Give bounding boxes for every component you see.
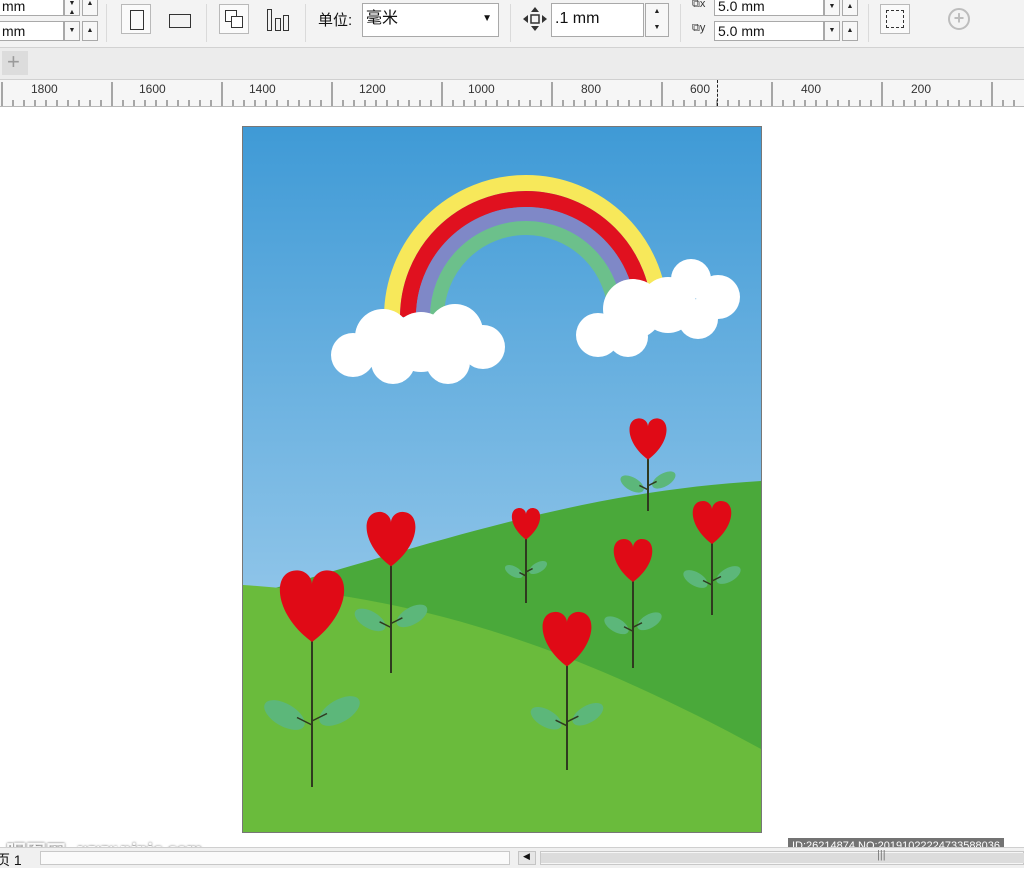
all-pages-button[interactable] bbox=[219, 4, 249, 34]
toolbar-separator bbox=[106, 4, 107, 42]
ruler-label: 1400 bbox=[249, 82, 276, 96]
plus-icon: + bbox=[7, 49, 20, 74]
horizontal-scroll-track[interactable]: ||| bbox=[540, 849, 1024, 865]
toolbar-separator bbox=[305, 4, 306, 42]
duplicate-x-spinner-up[interactable]: ▲ bbox=[842, 0, 858, 16]
plus-circle-icon: + bbox=[948, 8, 970, 30]
landscape-button[interactable] bbox=[164, 4, 194, 34]
ruler-label: 400 bbox=[801, 82, 822, 96]
current-page-button[interactable] bbox=[262, 4, 292, 34]
ruler-label: 1600 bbox=[139, 82, 166, 96]
artwork bbox=[243, 127, 761, 832]
drawing-canvas[interactable] bbox=[0, 107, 1024, 847]
page-layout-icon bbox=[267, 9, 272, 31]
nudge-icon bbox=[522, 6, 548, 32]
duplicate-y-field[interactable]: 5.0 mm bbox=[714, 21, 824, 41]
toolbar-separator bbox=[680, 4, 681, 42]
duplicate-y-spinner-down[interactable]: ▼ bbox=[824, 21, 840, 41]
width-field[interactable]: mm bbox=[0, 0, 64, 16]
units-select-value: 毫米 bbox=[366, 10, 399, 27]
scroll-thumb[interactable]: ||| bbox=[541, 849, 1024, 863]
height-spinner-up[interactable]: ▲ bbox=[82, 21, 98, 41]
toolbar-separator bbox=[206, 4, 207, 42]
width-spinner-up[interactable]: ▲ bbox=[82, 0, 98, 16]
height-spinner-down[interactable]: ▼ bbox=[64, 21, 80, 41]
horizontal-ruler[interactable]: 1800 1600 1400 1200 1000 800 600 400 200 bbox=[0, 80, 1024, 107]
property-bar: mm ▼ ▲ ▲ mm ▼ ▲ 单位: 毫米 ▼ .1 mm ▲ ▼ ⧉x 5.0 … bbox=[0, 0, 1024, 48]
scroll-left-button[interactable]: ◀ bbox=[518, 851, 536, 865]
units-select[interactable]: 毫米 ▼ bbox=[362, 3, 499, 37]
nudge-spinner[interactable]: ▲ ▼ bbox=[645, 3, 669, 37]
duplicate-x-field[interactable]: 5.0 mm bbox=[714, 0, 824, 16]
duplicate-x-icon: ⧉x bbox=[692, 0, 706, 10]
arrow-left-icon: ◀ bbox=[523, 851, 530, 861]
page-frame-button[interactable] bbox=[880, 4, 910, 34]
ruler-label: 1000 bbox=[468, 82, 495, 96]
units-label: 单位: bbox=[318, 12, 353, 29]
ruler-label: 1200 bbox=[359, 82, 386, 96]
document-tab-bar: + bbox=[0, 48, 1024, 80]
add-page-button[interactable]: + bbox=[944, 4, 974, 34]
status-bar: 页 1 ◀ ||| bbox=[0, 847, 1024, 868]
ruler-label: 800 bbox=[581, 82, 602, 96]
page-tab[interactable]: 页 1 bbox=[0, 850, 22, 870]
ruler-label: 600 bbox=[690, 82, 711, 96]
portrait-button[interactable] bbox=[121, 4, 151, 34]
width-spinner[interactable]: ▼ ▲ bbox=[64, 0, 80, 16]
duplicate-y-spinner-up[interactable]: ▲ bbox=[842, 21, 858, 41]
duplicate-y-icon: ⧉y bbox=[692, 22, 706, 34]
grip-icon: ||| bbox=[877, 849, 886, 861]
ruler-label: 200 bbox=[911, 82, 932, 96]
height-field[interactable]: mm bbox=[0, 21, 64, 41]
document-page[interactable] bbox=[242, 126, 762, 833]
duplicate-x-spinner-down[interactable]: ▼ bbox=[824, 0, 840, 16]
toolbar-separator bbox=[510, 4, 511, 42]
landscape-icon bbox=[169, 14, 191, 28]
frame-icon bbox=[886, 10, 904, 28]
toolbar-separator bbox=[868, 4, 869, 42]
ruler-label: 1800 bbox=[31, 82, 58, 96]
new-tab-button[interactable]: + bbox=[2, 49, 28, 75]
portrait-icon bbox=[130, 10, 144, 30]
cursor-position-marker bbox=[717, 80, 718, 106]
chevron-down-icon: ▼ bbox=[482, 13, 492, 24]
nudge-distance-field[interactable]: .1 mm bbox=[551, 3, 644, 37]
page-scroll-track[interactable] bbox=[40, 851, 510, 865]
